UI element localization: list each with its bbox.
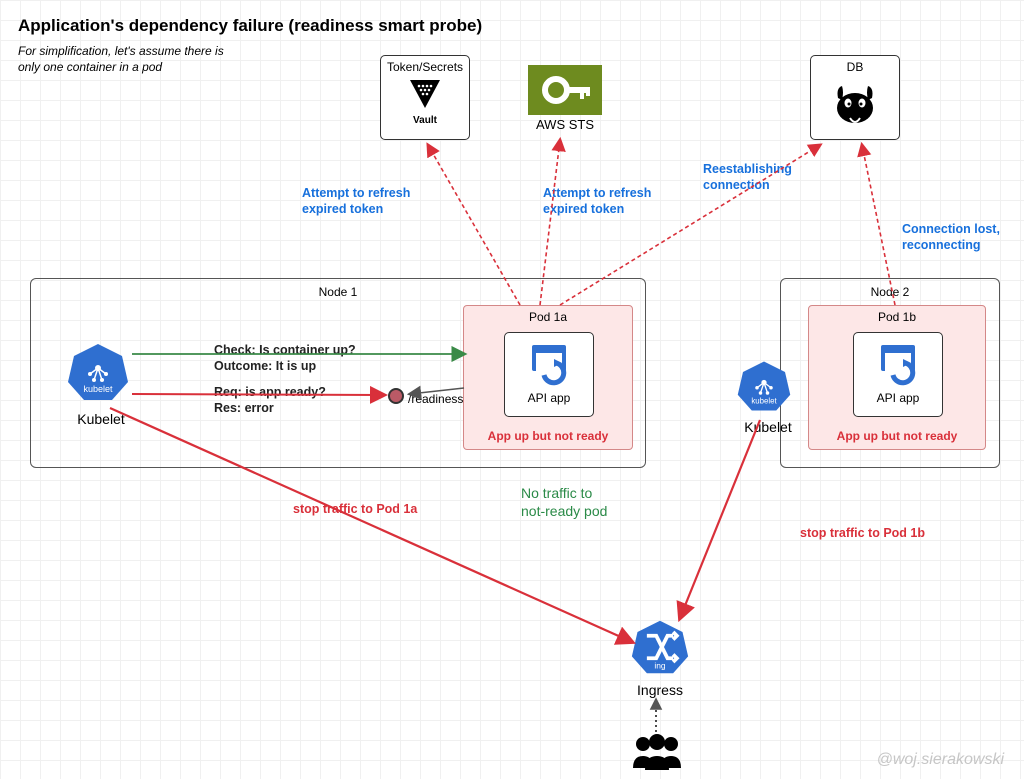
svg-text:kubelet: kubelet	[751, 397, 777, 406]
author-credit: @woj.sierakowski	[877, 751, 1004, 769]
users-icon	[625, 732, 689, 777]
kubelet1-block: kubelet Kubelet	[66, 340, 136, 427]
subtitle-line2: only one container in a pod	[18, 60, 162, 74]
ann-connlost: Connection lost, reconnecting	[902, 222, 1000, 253]
subtitle-line1: For simplification, let's assume there i…	[18, 44, 224, 58]
ingress-label: Ingress	[625, 682, 695, 698]
ann-stop1b: stop traffic to Pod 1b	[800, 526, 925, 540]
kubelet-icon: kubelet	[66, 340, 130, 404]
svg-text:kubelet: kubelet	[83, 384, 113, 394]
pod1b-app-box: API app	[853, 332, 943, 417]
ann-check-line1: Check: Is container up?	[214, 343, 356, 357]
pod1b-box: Pod 1b API app App up but not ready	[808, 305, 986, 450]
ann-check-line2: Outcome: It is up	[214, 359, 316, 373]
pod1a-label: Pod 1a	[464, 306, 632, 328]
pod1a-app-box: API app	[504, 332, 594, 417]
kubelet-icon: kubelet	[736, 358, 792, 414]
pod1a-app-label: API app	[505, 391, 593, 405]
kubelet1-label: Kubelet	[66, 411, 136, 427]
kubelet2-block: kubelet Kubelet	[736, 358, 800, 435]
pod1b-label: Pod 1b	[809, 306, 985, 328]
diagram-title: Application's dependency failure (readin…	[18, 16, 482, 36]
ann-stop1a: stop traffic to Pod 1a	[293, 502, 417, 516]
diagram-subtitle: For simplification, let's assume there i…	[18, 44, 268, 75]
aws-sts-icon	[528, 65, 602, 115]
vault-box: Token/Secrets Vault	[380, 55, 470, 140]
notraffic-line1: No traffic to	[521, 485, 592, 501]
app-icon	[875, 341, 921, 387]
db-header: DB	[817, 60, 893, 74]
readiness-endpoint-label: /readiness	[408, 392, 463, 406]
pod1a-box: Pod 1a API app App up but not ready	[463, 305, 633, 450]
pod1a-status: App up but not ready	[464, 429, 632, 443]
postgres-icon	[828, 78, 882, 132]
vault-icon	[400, 78, 450, 116]
kubelet2-label: Kubelet	[736, 419, 800, 435]
node2-label: Node 2	[781, 285, 999, 299]
aws-sts-label: AWS STS	[525, 117, 605, 132]
ingress-block: ing Ingress	[625, 617, 695, 698]
vault-brand: Vault	[387, 115, 463, 126]
pod1b-status: App up but not ready	[809, 429, 985, 443]
pod1b-app-label: API app	[854, 391, 942, 405]
ann-refresh1: Attempt to refresh expired token	[302, 186, 410, 217]
app-icon	[526, 341, 572, 387]
vault-header: Token/Secrets	[387, 60, 463, 74]
readiness-endpoint-dot	[388, 388, 404, 404]
ann-refresh2: Attempt to refresh expired token	[543, 186, 651, 217]
ann-notraffic: No traffic to not-ready pod	[521, 484, 607, 520]
svg-text:ing: ing	[654, 661, 666, 671]
ann-req-line1: Req: is app ready?	[214, 385, 326, 399]
ann-check: Check: Is container up? Outcome: It is u…	[214, 342, 356, 375]
ann-reestablish: Reestablishing connection	[703, 162, 792, 193]
ann-req: Req: is app ready? Res: error	[214, 384, 326, 417]
ann-req-line2: Res: error	[214, 401, 274, 415]
node1-label: Node 1	[31, 285, 645, 299]
ingress-icon: ing	[630, 617, 690, 677]
aws-sts-block: AWS STS	[525, 65, 605, 132]
db-box: DB	[810, 55, 900, 140]
notraffic-line2: not-ready pod	[521, 503, 607, 519]
